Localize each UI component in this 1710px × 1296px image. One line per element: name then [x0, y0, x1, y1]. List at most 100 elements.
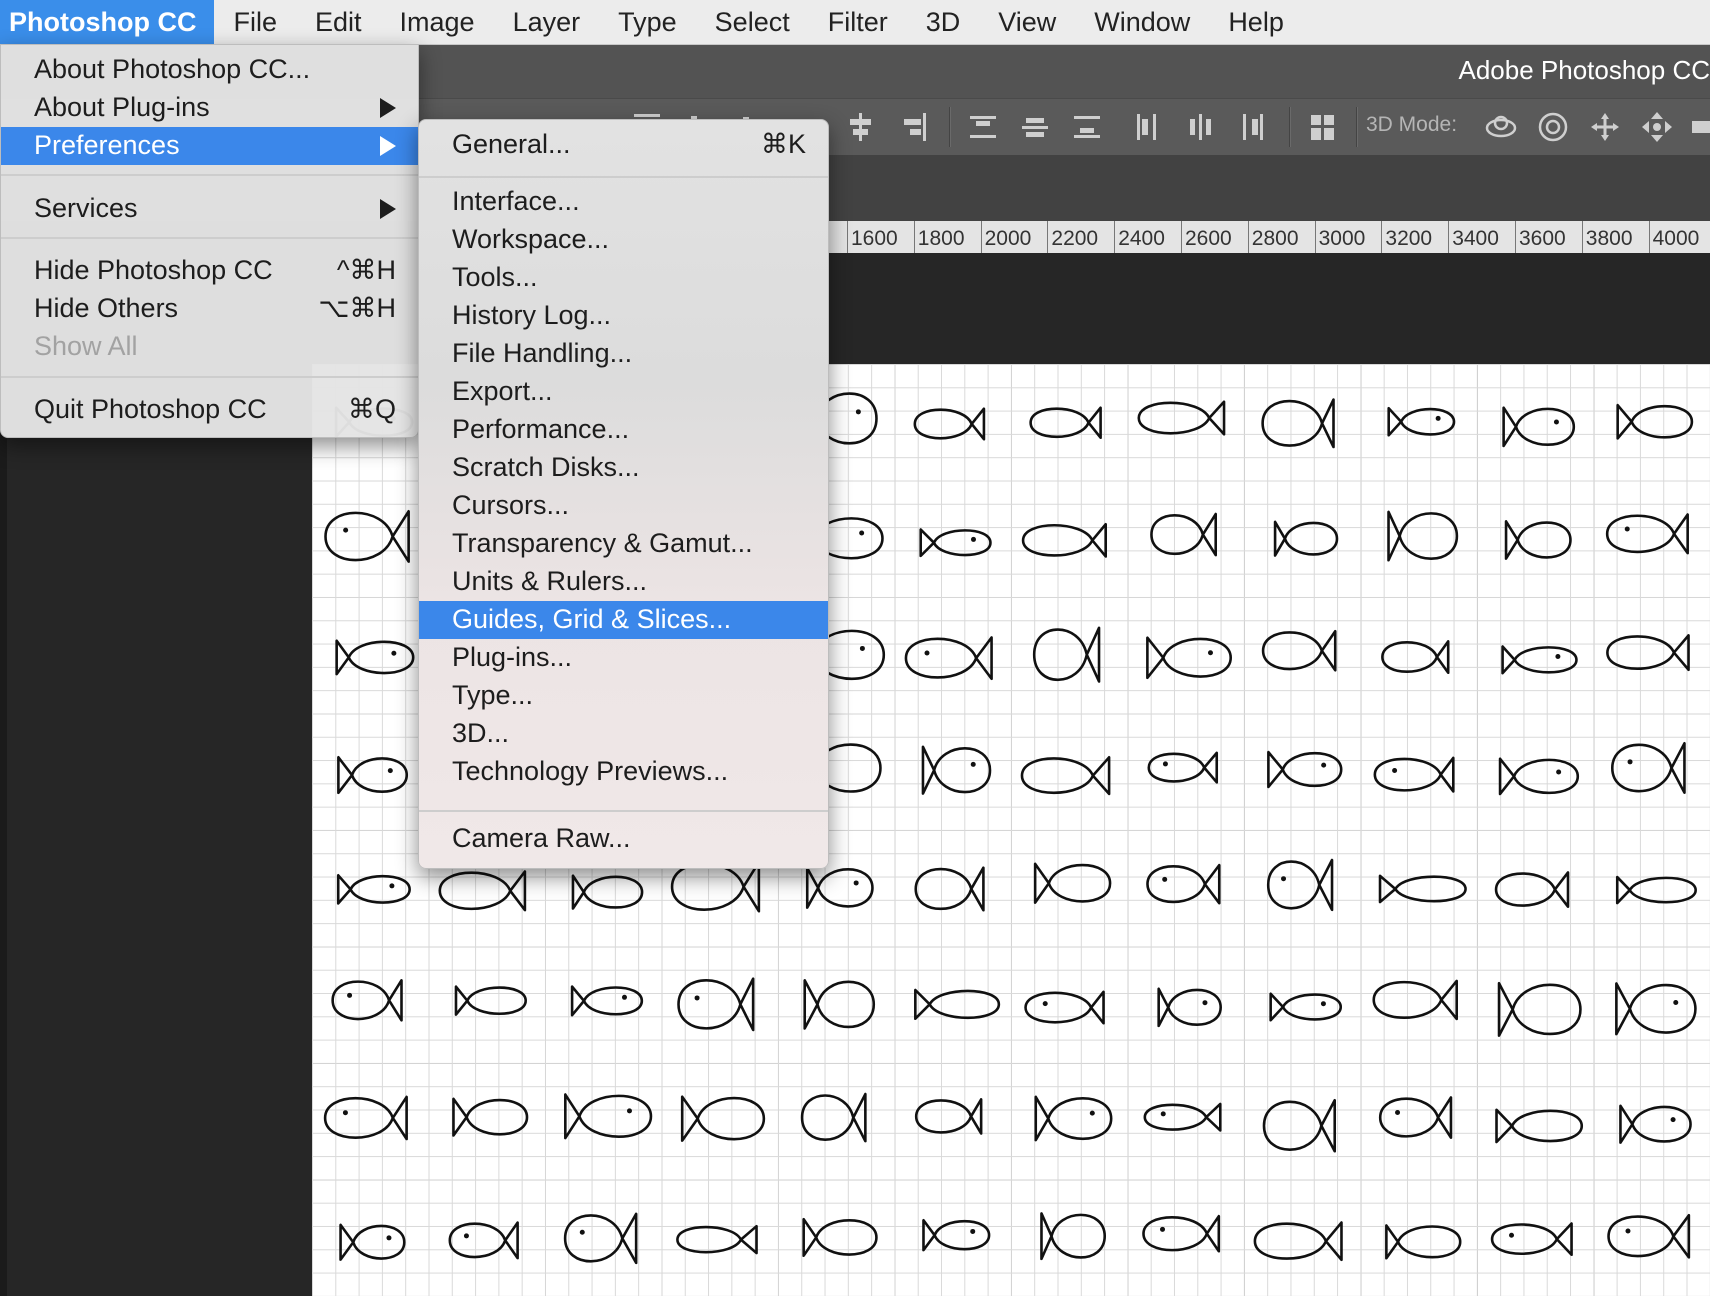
menu-item-label: Transparency & Gamut... — [452, 528, 753, 558]
fish-doodle — [337, 755, 409, 795]
ruler-tick — [1247, 221, 1249, 253]
ruler-label: 2200 — [1051, 227, 1099, 250]
menu-type[interactable]: Type — [599, 0, 696, 44]
distribute-top-icon[interactable] — [968, 111, 998, 143]
menu-item-type[interactable]: Type... — [419, 677, 828, 715]
toolbar-separator — [949, 107, 951, 147]
fish-doodle — [1040, 1212, 1107, 1261]
menu-item-tools[interactable]: Tools... — [419, 259, 828, 297]
fish-doodle — [805, 866, 874, 909]
menu-separator — [1, 237, 418, 239]
menu-file[interactable]: File — [214, 0, 296, 44]
pan-3d-icon[interactable] — [1588, 111, 1622, 143]
auto-align-layers-icon[interactable] — [1308, 111, 1338, 143]
ruler-label: 2800 — [1251, 227, 1299, 250]
menu-item-file-handling[interactable]: File Handling... — [419, 335, 828, 373]
menu-item-label: Units & Rulers... — [452, 566, 648, 596]
menu-item-camera-raw[interactable]: Camera Raw... — [419, 820, 828, 858]
orbit-3d-icon[interactable] — [1484, 111, 1518, 143]
fish-doodle — [1146, 636, 1233, 680]
fish-doodle — [324, 509, 410, 563]
toolbar-separator — [1356, 107, 1358, 147]
preferences-submenu: General... ⌘K Interface... Workspace... Too… — [418, 119, 829, 869]
fish-doodle — [438, 870, 527, 912]
menu-item-label: Services — [34, 193, 138, 223]
scale-3d-icon[interactable] — [1690, 111, 1710, 143]
align-right-edges-icon[interactable] — [898, 111, 928, 143]
ruler-label: 2400 — [1118, 227, 1165, 250]
menu-item-plug-ins[interactable]: Plug-ins... — [419, 639, 828, 677]
fish-doodle — [1273, 520, 1339, 557]
toolbar-separator — [1289, 107, 1291, 147]
shortcut-label: ⌘Q — [347, 394, 396, 424]
distribute-right-icon[interactable] — [1237, 111, 1267, 143]
menu-item-label: Preferences — [34, 130, 180, 160]
fish-doodle — [564, 1093, 653, 1140]
menu-item-general[interactable]: General... ⌘K — [419, 126, 828, 164]
menu-item-label: Show All — [34, 331, 138, 361]
menu-item-performance[interactable]: Performance... — [419, 411, 828, 449]
menu-view[interactable]: View — [979, 0, 1075, 44]
distribute-horizontal-centers-icon[interactable] — [1185, 111, 1215, 143]
menu-item-show-all: Show All — [1, 328, 418, 366]
slide-3d-icon[interactable] — [1640, 111, 1674, 143]
menu-item-technology-previews[interactable]: Technology Previews... — [419, 753, 828, 791]
menu-item-3d[interactable]: 3D... — [419, 715, 828, 753]
ruler-tick — [1181, 221, 1182, 253]
menu-item-workspace[interactable]: Workspace... — [419, 221, 828, 259]
menu-item-guides-grid-and-slices[interactable]: Guides, Grid & Slices... — [419, 601, 828, 639]
menu-filter[interactable]: Filter — [809, 0, 907, 44]
fish-doodle — [1616, 403, 1694, 440]
submenu-arrow-icon — [380, 199, 396, 219]
menu-item-label: Camera Raw... — [452, 823, 631, 853]
menu-item-hide[interactable]: Hide Photoshop CC ^⌘H — [1, 252, 418, 290]
ruler-tick — [1515, 221, 1516, 253]
fish-doodle — [803, 979, 876, 1030]
fish-doodle — [452, 1097, 529, 1137]
menu-item-scratch-disks[interactable]: Scratch Disks... — [419, 449, 828, 487]
fish-doodle — [1504, 520, 1572, 560]
roll-3d-icon[interactable] — [1536, 111, 1570, 143]
menu-item-export[interactable]: Export... — [419, 373, 828, 411]
menu-photoshop[interactable]: Photoshop CC — [0, 0, 215, 44]
fish-doodle — [1020, 756, 1111, 796]
menu-item-about[interactable]: About Photoshop CC... — [1, 51, 418, 89]
menu-item-services[interactable]: Services — [1, 190, 418, 228]
menu-image[interactable]: Image — [381, 0, 494, 44]
menu-edit[interactable]: Edit — [296, 0, 381, 44]
menu-item-hide-others[interactable]: Hide Others ⌥⌘H — [1, 290, 418, 328]
fish-doodle — [1495, 1108, 1584, 1144]
fish-doodle — [1607, 1213, 1691, 1259]
menu-item-history-log[interactable]: History Log... — [419, 297, 828, 335]
menu-select[interactable]: Select — [696, 0, 809, 44]
menu-layer[interactable]: Layer — [494, 0, 600, 44]
menu-item-preferences[interactable]: Preferences — [1, 127, 418, 165]
menu-item-interface[interactable]: Interface... — [419, 183, 828, 221]
fish-doodle — [331, 979, 403, 1022]
menu-item-about-plugins[interactable]: About Plug-ins — [1, 89, 418, 127]
distribute-left-icon[interactable] — [1133, 111, 1163, 143]
ruler-label: 2000 — [984, 227, 1032, 250]
ruler-tick — [1047, 221, 1049, 253]
ruler-tick — [1581, 221, 1583, 253]
menu-item-units-and-rulers[interactable]: Units & Rulers... — [419, 563, 828, 601]
menu-3d[interactable]: 3D — [907, 0, 980, 44]
menu-item-cursors[interactable]: Cursors... — [419, 487, 828, 525]
fish-doodle — [1147, 751, 1219, 784]
fish-doodle — [1146, 863, 1221, 905]
fish-doodle — [1615, 875, 1697, 905]
distribute-bottom-icon[interactable] — [1072, 111, 1102, 143]
distribute-vertical-centers-icon[interactable] — [1020, 111, 1050, 143]
ruler-tick — [1114, 221, 1116, 253]
menu-help[interactable]: Help — [1209, 0, 1303, 44]
menu-item-label: Tools... — [452, 262, 538, 292]
menu-window[interactable]: Window — [1075, 0, 1209, 44]
menu-item-transparency-and-gamut[interactable]: Transparency & Gamut... — [419, 525, 828, 563]
fish-doodle — [1267, 750, 1343, 789]
align-horizontal-centers-icon[interactable] — [845, 111, 875, 143]
fish-doodle — [570, 985, 644, 1017]
fish-doodle — [921, 745, 992, 795]
fish-doodle — [1615, 982, 1697, 1036]
menu-separator — [1, 174, 418, 176]
menu-item-quit[interactable]: Quit Photoshop CC ⌘Q — [1, 391, 418, 429]
